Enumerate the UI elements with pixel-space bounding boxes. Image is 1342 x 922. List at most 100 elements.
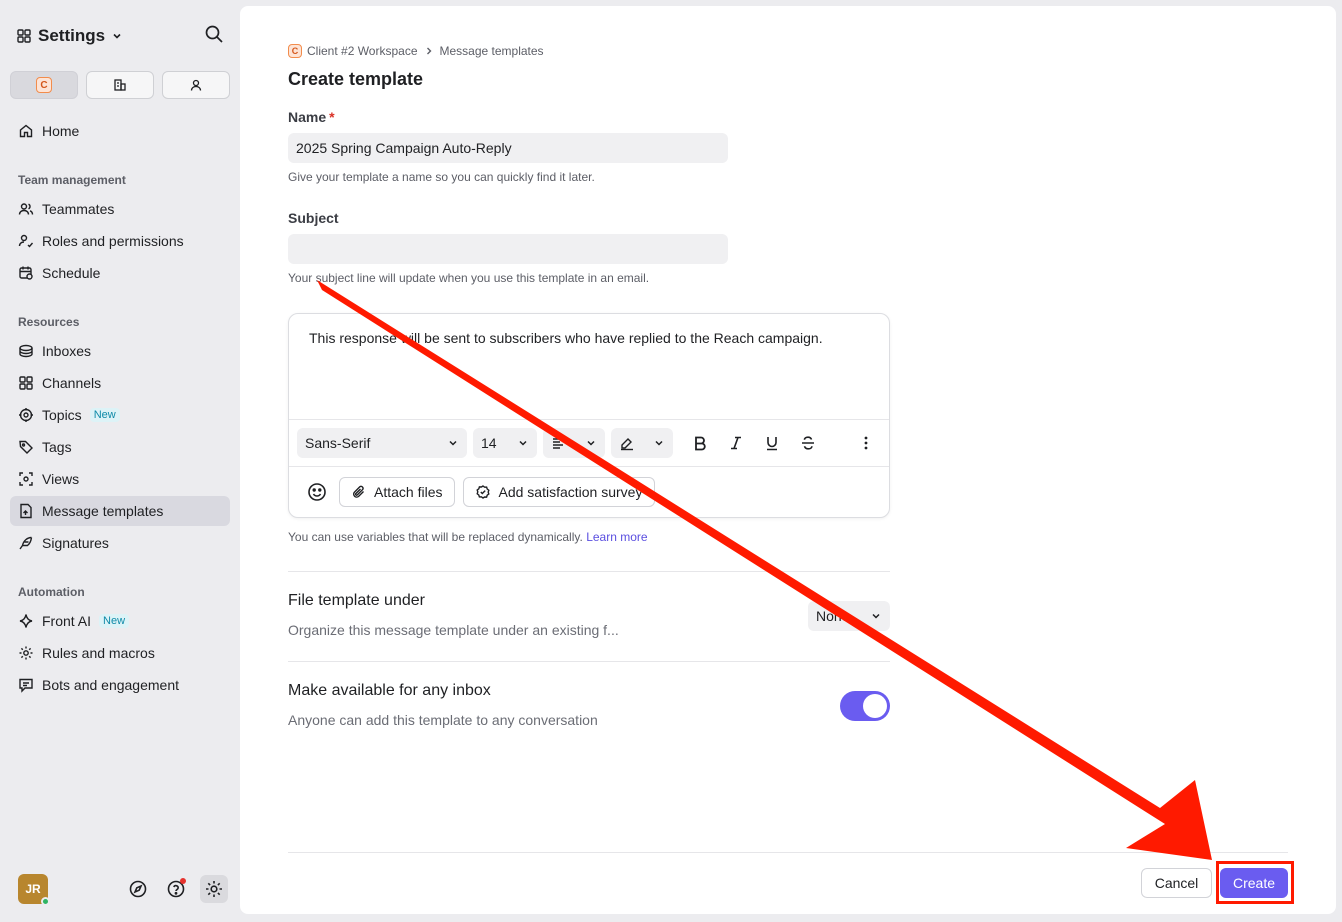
chevron-down-icon	[111, 30, 123, 42]
chevron-down-icon	[587, 440, 595, 446]
chat-bubble-icon	[19, 678, 33, 693]
more-vertical-icon	[864, 436, 868, 450]
sidebar-item-label: Rules and macros	[42, 645, 155, 661]
workspace-badge: C	[36, 77, 52, 93]
underline-icon	[767, 437, 777, 451]
sidebar-item-teammates[interactable]: Teammates	[10, 194, 230, 224]
file-under-title: File template under	[288, 592, 425, 609]
settings-gear-icon[interactable]	[200, 875, 228, 903]
sidebar-item-bots[interactable]: Bots and engagement	[10, 670, 230, 700]
search-icon[interactable]	[204, 24, 224, 49]
italic-icon	[731, 436, 741, 450]
sidebar-item-signatures[interactable]: Signatures	[10, 528, 230, 558]
align-left-icon	[553, 438, 563, 449]
breadcrumb-workspace[interactable]: Client #2 Workspace	[307, 44, 418, 58]
add-satisfaction-survey-button[interactable]: Add satisfaction survey	[463, 477, 656, 507]
sidebar-item-label: Bots and engagement	[42, 677, 179, 693]
help-icon[interactable]	[162, 875, 190, 903]
online-status-dot	[41, 897, 50, 906]
breadcrumb: C Client #2 Workspace Message templates	[288, 44, 544, 58]
message-editor[interactable]: This response will be sent to subscriber…	[288, 313, 890, 518]
sidebar-footer: JR	[18, 874, 228, 906]
more-options-button[interactable]	[851, 428, 881, 458]
strikethrough-button[interactable]	[793, 428, 823, 458]
chevron-down-icon	[449, 440, 457, 446]
name-hint: Give your template a name so you can qui…	[288, 170, 595, 184]
chevron-down-icon	[519, 440, 527, 446]
users-icon	[18, 203, 34, 215]
new-badge: New	[89, 408, 120, 422]
scope-company-button[interactable]	[86, 71, 154, 99]
gear-icon	[19, 646, 33, 660]
editor-body-text[interactable]: This response will be sent to subscriber…	[309, 330, 823, 346]
available-toggle[interactable]	[840, 691, 890, 721]
attach-files-button[interactable]: Attach files	[339, 477, 456, 507]
sidebar-item-label: Inboxes	[42, 343, 92, 359]
avatar[interactable]: JR	[18, 874, 50, 906]
emoji-button[interactable]	[305, 480, 329, 504]
views-icon	[19, 472, 33, 486]
italic-button[interactable]	[721, 428, 751, 458]
page-title: Create template	[288, 69, 424, 89]
file-under-select[interactable]: None	[808, 601, 890, 631]
variables-hint: You can use variables that will be repla…	[288, 530, 648, 544]
feather-icon	[19, 536, 33, 550]
name-input[interactable]	[288, 133, 728, 163]
settings-title: Settings	[38, 26, 106, 45]
calendar-clock-icon	[19, 266, 33, 280]
avatar-initials: JR	[25, 882, 41, 896]
create-button[interactable]: Create	[1220, 868, 1288, 898]
sidebar-item-home[interactable]: Home	[10, 116, 230, 146]
sidebar-item-schedule[interactable]: Schedule	[10, 258, 230, 288]
sidebar-item-label: Message templates	[42, 503, 164, 519]
sidebar-item-label: Channels	[42, 375, 102, 391]
section-automation: Automation	[18, 585, 85, 599]
learn-more-link[interactable]: Learn more	[586, 530, 647, 544]
sparkle-icon	[19, 614, 33, 628]
scope-personal-button[interactable]	[162, 71, 230, 99]
editor-actions: Attach files Add satisfaction survey	[289, 467, 889, 517]
sidebar-item-inboxes[interactable]: Inboxes	[10, 336, 230, 366]
font-size-select[interactable]: 14	[473, 428, 537, 458]
scope-workspace-button[interactable]: C	[10, 71, 78, 99]
highlighter-icon	[621, 438, 633, 451]
sidebar-item-roles[interactable]: Roles and permissions	[10, 226, 230, 256]
scope-switcher: C	[10, 71, 230, 99]
font-family-select[interactable]: Sans-Serif	[297, 428, 467, 458]
bold-button[interactable]	[685, 428, 715, 458]
file-under-description: Organize this message template under an …	[288, 622, 619, 638]
sidebar-item-label: Teammates	[42, 201, 115, 217]
sidebar-item-topics[interactable]: Topics New	[10, 400, 230, 430]
tag-icon	[19, 440, 33, 454]
highlight-select[interactable]	[611, 428, 673, 458]
sidebar-item-message-templates[interactable]: Message templates	[10, 496, 230, 526]
text-align-select[interactable]	[543, 428, 605, 458]
cancel-button[interactable]: Cancel	[1141, 868, 1212, 898]
emoji-icon	[308, 483, 326, 501]
subject-hint: Your subject line will update when you u…	[288, 271, 650, 285]
sidebar-item-label: Roles and permissions	[42, 233, 184, 249]
compass-icon[interactable]	[124, 875, 152, 903]
settings-header[interactable]: Settings	[16, 22, 224, 50]
bold-icon	[695, 436, 706, 451]
underline-button[interactable]	[757, 428, 787, 458]
available-description: Anyone can add this template to any conv…	[288, 712, 598, 728]
file-under-value: None	[816, 608, 850, 624]
template-icon	[20, 503, 32, 519]
sidebar-item-channels[interactable]: Channels	[10, 368, 230, 398]
subject-input[interactable]	[288, 234, 728, 264]
sidebar-item-front-ai[interactable]: Front AI New	[10, 606, 230, 636]
sidebar-item-views[interactable]: Views	[10, 464, 230, 494]
sidebar-item-label: Views	[42, 471, 80, 487]
breadcrumb-page[interactable]: Message templates	[440, 44, 544, 58]
available-title: Make available for any inbox	[288, 682, 491, 699]
sidebar-item-rules-macros[interactable]: Rules and macros	[10, 638, 230, 668]
new-badge: New	[99, 614, 130, 628]
home-icon	[19, 124, 33, 138]
sidebar-item-label: Topics	[42, 407, 82, 423]
grid-icon	[17, 29, 31, 43]
sidebar-item-tags[interactable]: Tags	[10, 432, 230, 462]
font-size-value: 14	[481, 435, 497, 451]
chevron-right-icon	[424, 46, 434, 56]
footer-divider	[288, 852, 1288, 853]
